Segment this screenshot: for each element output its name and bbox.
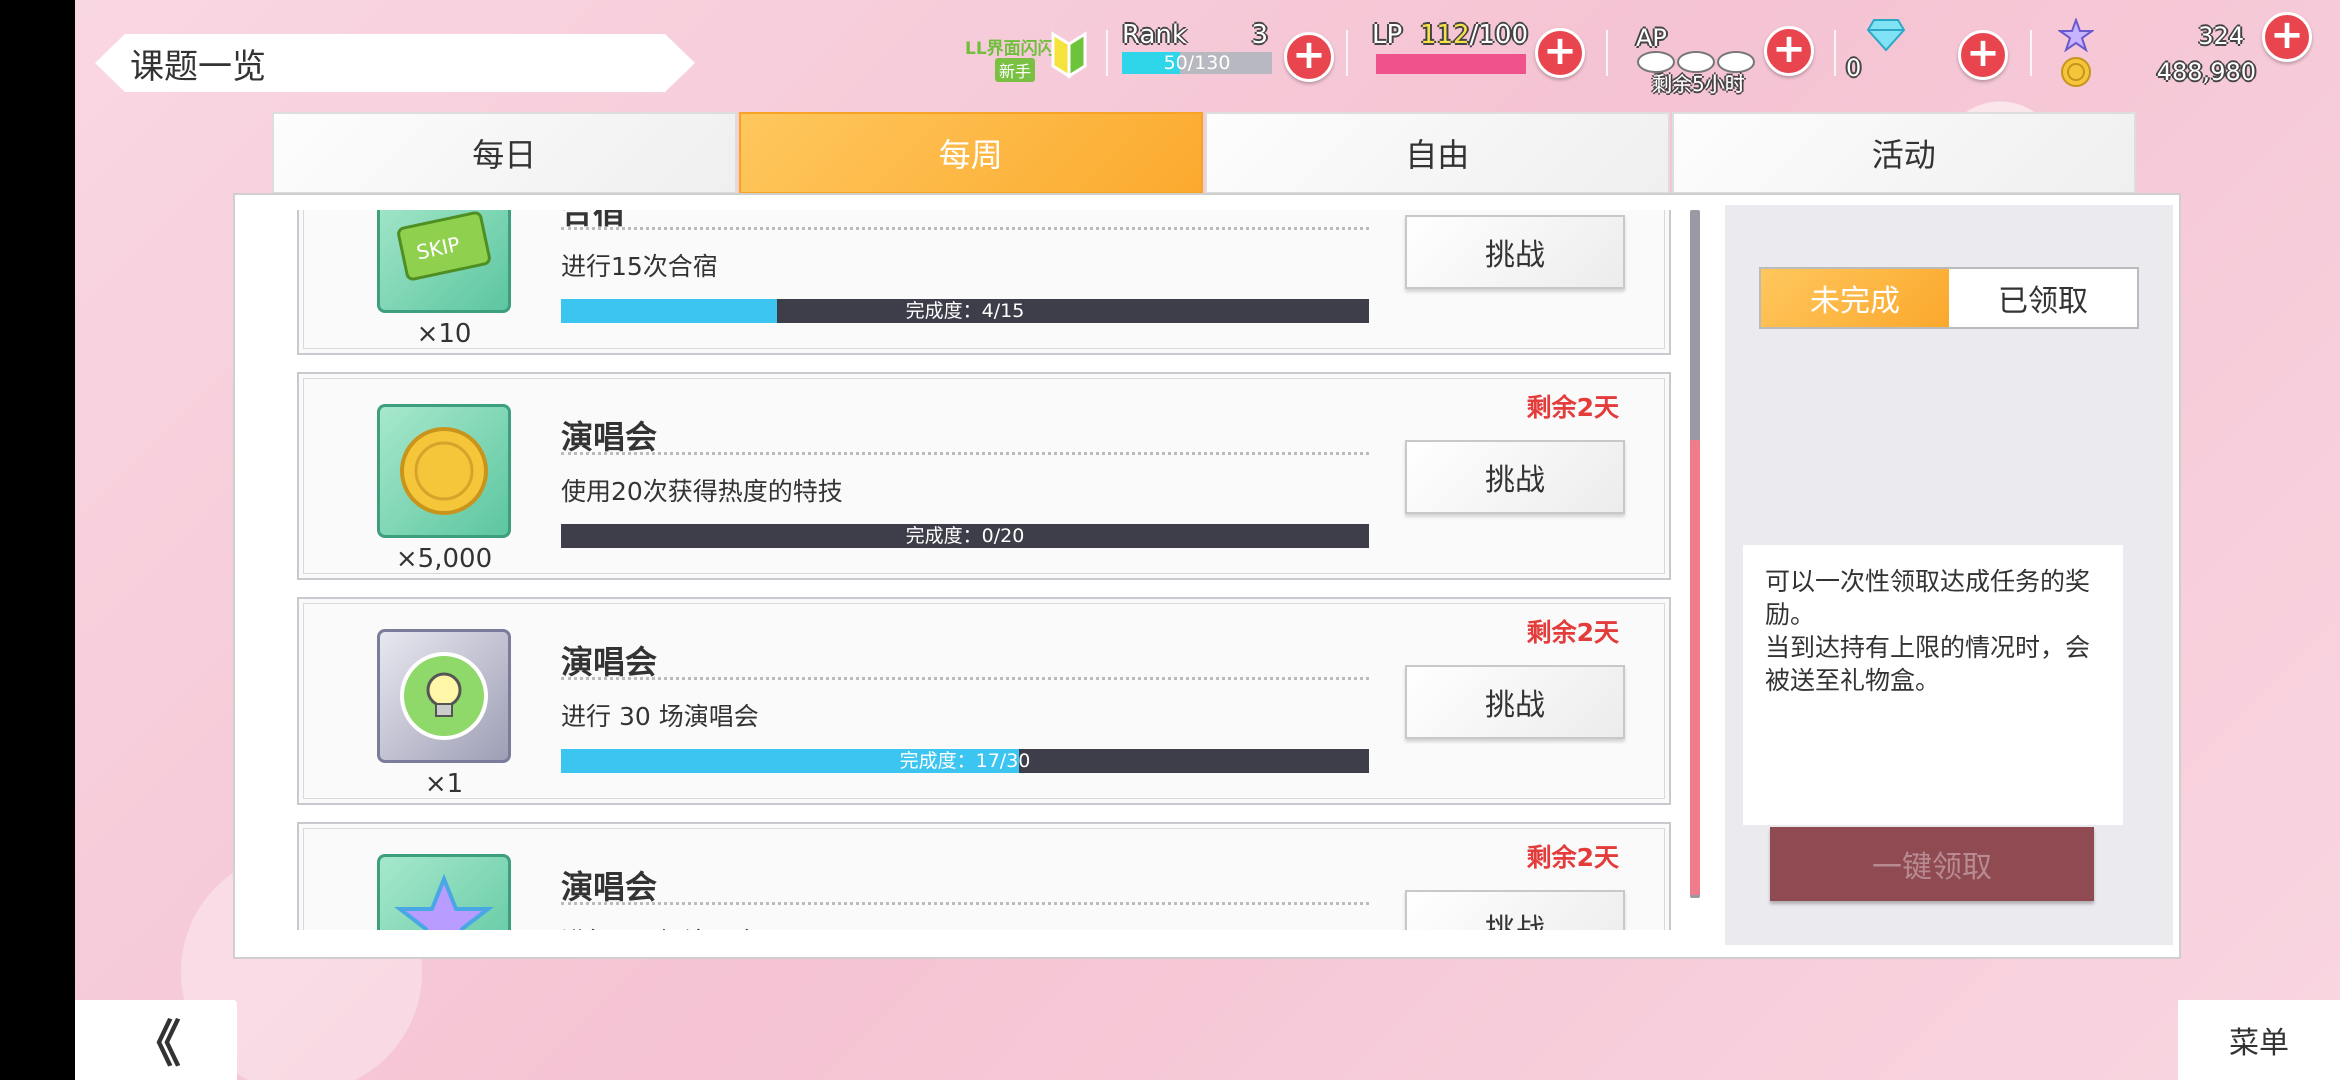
rank-label: Rank xyxy=(1122,20,1187,50)
mission-description: 进行15次合宿 xyxy=(561,252,718,281)
rank-exp-bar: 50/130 xyxy=(1122,52,1272,74)
progress-bar: 完成度：4/15 xyxy=(561,299,1369,323)
remaining-time: 剩余2天 xyxy=(1526,843,1619,872)
gem-display: 0 xyxy=(1846,18,1956,98)
mission-tabs: 每日 每周 自由 活动 xyxy=(272,112,2136,194)
gem-plus-button[interactable]: + xyxy=(1958,30,2008,80)
mission-item: 剩余2天 演唱会 进行 50 场演唱会 挑战 xyxy=(297,822,1671,930)
challenge-button[interactable]: 挑战 xyxy=(1405,665,1625,739)
filter-claimed[interactable]: 已领取 xyxy=(1949,269,2137,327)
mission-item: ×1 剩余2天 演唱会 进行 30 场演唱会 完成度：17/30 挑战 xyxy=(297,597,1671,805)
progress-bar: 完成度：0/20 xyxy=(561,524,1369,548)
rank-display: Rank 3 50/130 xyxy=(1122,18,1272,98)
remaining-time: 剩余2天 xyxy=(1526,393,1619,422)
status-filter-toggle: 未完成 已领取 xyxy=(1759,267,2139,329)
reward-quantity: ×10 xyxy=(416,319,472,349)
mission-list[interactable]: SKIP ×10 合宿 进行15次合宿 完成度：4/15 挑战 ×5,000 剩… xyxy=(297,210,1681,930)
lp-value: 112/100 xyxy=(1420,20,1528,50)
progress-text: 完成度：0/20 xyxy=(905,525,1025,547)
tab-weekly[interactable]: 每周 xyxy=(738,112,1203,194)
mission-item: SKIP ×10 合宿 进行15次合宿 完成度：4/15 挑战 xyxy=(297,210,1671,355)
star-gem-icon xyxy=(2058,18,2094,53)
left-black-bar xyxy=(0,0,75,1080)
ap-display: AP 剩余5小时 xyxy=(1634,18,1764,98)
progress-bar: 完成度：17/30 xyxy=(561,749,1369,773)
info-box: 可以一次性领取达成任务的奖励。 当到达持有上限的情况时，会被送至礼物盒。 xyxy=(1743,545,2123,825)
info-text: 当到达持有上限的情况时，会被送至礼物盒。 xyxy=(1765,633,2091,695)
star-count: 324 xyxy=(2198,22,2244,50)
gold-coin-icon xyxy=(2061,57,2091,87)
ap-plus-button[interactable]: + xyxy=(1764,26,1814,76)
menu-button[interactable]: 菜单 xyxy=(2178,1000,2340,1080)
lp-current: 112 xyxy=(1419,20,1470,50)
tab-daily[interactable]: 每日 xyxy=(272,112,737,194)
currency-display: 324 488,980 xyxy=(2056,18,2256,98)
rank-plus-button[interactable]: + xyxy=(1284,32,1334,82)
rank-exp-text: 50/130 xyxy=(1163,52,1231,74)
hud-separator xyxy=(1346,30,1348,76)
mission-panel: SKIP ×10 合宿 进行15次合宿 完成度：4/15 挑战 ×5,000 剩… xyxy=(233,193,2181,959)
lp-max: /100 xyxy=(1469,20,1528,50)
progress-text: 完成度：17/30 xyxy=(899,750,1031,772)
beginner-leaf-icon xyxy=(1051,31,1087,79)
tab-label: 每周 xyxy=(938,136,1003,174)
lp-fill xyxy=(1376,54,1526,74)
user-badge[interactable]: LL界面闪闪 新手 xyxy=(960,18,1090,98)
lp-bar xyxy=(1376,54,1526,74)
rank-value: 3 xyxy=(1251,20,1268,50)
challenge-button[interactable]: 挑战 xyxy=(1405,215,1625,289)
lp-display: LP 112/100 xyxy=(1372,18,1530,98)
back-button[interactable]: 《 xyxy=(75,1000,237,1080)
gem-count: 0 xyxy=(1846,54,1862,82)
info-text: 可以一次性领取达成任务的奖励。 xyxy=(1765,567,2091,629)
user-badge-line1: LL界面闪闪 xyxy=(965,39,1055,59)
page-title-text: 课题一览 xyxy=(130,46,266,87)
tab-label: 每日 xyxy=(472,136,537,174)
scrollbar[interactable] xyxy=(1690,210,1700,898)
reward-quantity: ×5,000 xyxy=(395,544,493,574)
challenge-button[interactable]: 挑战 xyxy=(1405,440,1625,514)
hud-separator xyxy=(1834,30,1836,76)
divider xyxy=(561,902,1369,905)
tab-label: 自由 xyxy=(1405,136,1470,174)
progress-text: 完成度：4/15 xyxy=(905,300,1025,322)
divider xyxy=(561,677,1369,680)
divider xyxy=(561,452,1369,455)
reward-quantity: ×1 xyxy=(424,769,464,799)
scrollbar-thumb[interactable] xyxy=(1690,440,1700,895)
lp-plus-button[interactable]: + xyxy=(1535,28,1585,78)
mission-description: 进行 30 场演唱会 xyxy=(561,702,759,731)
page-title: 课题一览 xyxy=(95,34,695,92)
star-gem-icon xyxy=(377,854,511,930)
mission-description: 使用20次获得热度的特技 xyxy=(561,477,843,506)
right-side-panel: 未完成 已领取 可以一次性领取达成任务的奖励。 当到达持有上限的情况时，会被送至… xyxy=(1725,205,2173,945)
diamond-icon xyxy=(1866,19,1906,52)
filter-incomplete[interactable]: 未完成 xyxy=(1761,269,1949,327)
mission-description: 进行 50 场演唱会 xyxy=(561,922,759,930)
divider xyxy=(561,227,1369,230)
currency-plus-button[interactable]: + xyxy=(2262,12,2312,62)
gold-count: 488,980 xyxy=(2156,58,2256,86)
skip-ticket-icon: SKIP xyxy=(377,210,511,313)
hud-separator xyxy=(2030,30,2032,76)
claim-all-button[interactable]: 一键领取 xyxy=(1770,827,2094,901)
remaining-time: 剩余2天 xyxy=(1526,618,1619,647)
tab-event[interactable]: 活动 xyxy=(1671,112,2136,194)
tab-free[interactable]: 自由 xyxy=(1205,112,1670,194)
hud-separator xyxy=(1106,30,1108,76)
lp-label: LP xyxy=(1372,20,1403,50)
back-arrow-icon: 《 xyxy=(131,1015,181,1073)
lightbulb-icon xyxy=(377,629,511,763)
challenge-button[interactable]: 挑战 xyxy=(1405,890,1625,930)
gold-coin-icon xyxy=(377,404,511,538)
ap-recover-time: 剩余5小时 xyxy=(1652,72,1745,96)
hud-separator xyxy=(1606,30,1608,76)
user-badge-line2: 新手 xyxy=(995,58,1036,82)
mission-item: ×5,000 剩余2天 演唱会 使用20次获得热度的特技 完成度：0/20 挑战 xyxy=(297,372,1671,580)
tab-label: 活动 xyxy=(1871,136,1936,174)
